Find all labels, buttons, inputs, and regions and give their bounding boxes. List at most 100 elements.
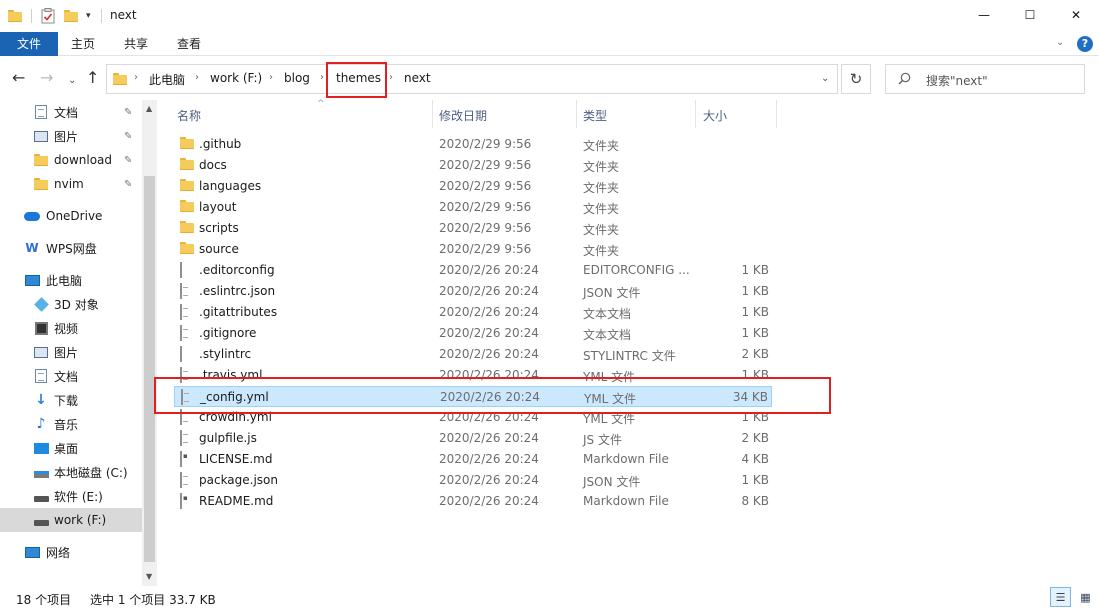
sidebar-item-drive-c[interactable]: 本地磁盘 (C:) [0, 460, 142, 484]
pin-icon[interactable]: ✎ [124, 155, 132, 166]
customize-toolbar-dropdown-icon[interactable]: ▾ [86, 7, 91, 25]
breadcrumb-this-pc[interactable]: 此电脑 [149, 71, 185, 88]
address-bar[interactable]: › 此电脑 › work (F:) › blog › themes › next… [106, 64, 838, 94]
scrollbar-thumb[interactable] [144, 176, 155, 562]
file-row[interactable]: .editorconfig 2020/2/26 20:24 EDITORCONFIG… [174, 260, 772, 281]
text-file-icon [180, 430, 182, 446]
file-row[interactable]: languages 2020/2/29 9:56 文件夹 [174, 176, 772, 197]
file-row[interactable]: .stylintrc 2020/2/26 20:24 STYLINTRC 文件 2 K… [174, 344, 772, 365]
tab-file[interactable]: 文件 [0, 32, 58, 56]
folder-icon [180, 242, 194, 257]
sidebar-item-nvim[interactable]: nvim ✎ [0, 172, 142, 196]
chevron-right-icon[interactable]: › [269, 72, 273, 83]
tab-home[interactable]: 主页 [62, 32, 104, 56]
network-icon [24, 544, 40, 560]
sidebar-item-onedrive[interactable]: OneDrive [0, 204, 142, 228]
pin-icon[interactable]: ✎ [124, 131, 132, 142]
recent-locations-icon[interactable]: ⌄ [68, 71, 76, 91]
file-modified-date: 2020/2/26 20:24 [439, 326, 539, 340]
properties-icon[interactable] [41, 7, 55, 25]
breadcrumb-next[interactable]: next [404, 71, 431, 85]
sidebar-item-label: 网络 [46, 545, 71, 560]
maximize-button[interactable]: ☐ [1007, 0, 1053, 30]
sidebar-item-drive-f[interactable]: work (F:) [0, 508, 142, 532]
sidebar-item-3d-objects[interactable]: 3D 对象 [0, 292, 142, 316]
chevron-right-icon[interactable]: › [320, 72, 324, 83]
sidebar-item-documents-quick[interactable]: 文档 ✎ [0, 100, 142, 124]
picture-icon [33, 128, 49, 144]
sidebar-item-downloads[interactable]: ↓ 下载 [0, 388, 142, 412]
sidebar-item-music[interactable]: ♪ 音乐 [0, 412, 142, 436]
sidebar-item-label: work (F:) [54, 513, 107, 527]
column-header-size[interactable]: 大小 [703, 100, 773, 130]
sidebar-scrollbar[interactable]: ▲ ▼ [142, 100, 157, 586]
details-view-button[interactable]: ☰ [1050, 587, 1071, 607]
sidebar-item-wps[interactable]: W WPS网盘 [0, 236, 142, 260]
file-row[interactable]: .eslintrc.json 2020/2/26 20:24 JSON 文件 1 KB [174, 281, 772, 302]
minimize-button[interactable]: — [961, 0, 1007, 30]
file-row[interactable]: source 2020/2/29 9:56 文件夹 [174, 239, 772, 260]
up-button[interactable]: ↑ [86, 68, 99, 88]
file-row[interactable]: gulpfile.js 2020/2/26 20:24 JS 文件 2 KB [174, 428, 772, 449]
file-row[interactable]: scripts 2020/2/29 9:56 文件夹 [174, 218, 772, 239]
search-input[interactable]: 搜索"next" [885, 64, 1085, 94]
sidebar-item-label: 3D 对象 [54, 297, 99, 312]
breadcrumb-work-drive[interactable]: work (F:) [210, 71, 262, 85]
file-row[interactable]: layout 2020/2/29 9:56 文件夹 [174, 197, 772, 218]
sidebar-item-this-pc[interactable]: 此电脑 [0, 268, 142, 292]
pin-icon[interactable]: ✎ [124, 179, 132, 190]
column-header-type[interactable]: 类型 [583, 100, 695, 130]
folder-icon[interactable] [8, 7, 22, 25]
sidebar-item-pictures-quick[interactable]: 图片 ✎ [0, 124, 142, 148]
sidebar-item-desktop[interactable]: 桌面 [0, 436, 142, 460]
scroll-down-icon[interactable]: ▼ [146, 572, 152, 581]
file-type: JSON 文件 [583, 286, 641, 300]
chevron-right-icon[interactable]: › [134, 72, 138, 83]
sidebar-item-pictures[interactable]: 图片 [0, 340, 142, 364]
expand-ribbon-icon[interactable]: ⌄ [1056, 37, 1064, 48]
sidebar-item-documents[interactable]: 文档 [0, 364, 142, 388]
file-modified-date: 2020/2/29 9:56 [439, 158, 532, 172]
close-button[interactable]: ✕ [1053, 0, 1099, 30]
sidebar-item-videos[interactable]: 视频 [0, 316, 142, 340]
file-row[interactable]: docs 2020/2/29 9:56 文件夹 [174, 155, 772, 176]
sidebar-item-label: OneDrive [46, 209, 103, 223]
chevron-right-icon[interactable]: › [389, 72, 393, 83]
column-divider[interactable] [695, 100, 696, 128]
column-divider[interactable] [776, 100, 777, 128]
column-header-date[interactable]: 修改日期 [439, 100, 577, 130]
chevron-right-icon[interactable]: › [195, 72, 199, 83]
file-name: layout [199, 200, 237, 214]
column-header-name[interactable]: ^ 名称 [177, 99, 435, 130]
file-row[interactable]: .gitignore 2020/2/26 20:24 文本文档 1 KB [174, 323, 772, 344]
file-type: Markdown File [583, 494, 669, 508]
file-row[interactable]: .github 2020/2/29 9:56 文件夹 [174, 134, 772, 155]
folder-icon [33, 152, 49, 168]
large-icons-view-button[interactable]: ▦ [1075, 587, 1096, 607]
text-file-icon [180, 283, 182, 299]
file-row[interactable]: package.json 2020/2/26 20:24 JSON 文件 1 KB [174, 470, 772, 491]
breadcrumb-blog[interactable]: blog [284, 71, 310, 85]
file-type: 文件夹 [583, 244, 620, 258]
tab-share[interactable]: 共享 [114, 32, 158, 56]
refresh-button[interactable]: ↻ [841, 64, 871, 94]
tab-view[interactable]: 查看 [166, 32, 212, 56]
download-icon: ↓ [35, 392, 47, 408]
file-row[interactable]: README.md 2020/2/26 20:24 Markdown File 8 K… [174, 491, 772, 512]
column-divider[interactable] [576, 100, 577, 128]
file-row[interactable]: .gitattributes 2020/2/26 20:24 文本文档 1 KB [174, 302, 772, 323]
address-history-dropdown-icon[interactable]: ⌄ [821, 73, 829, 84]
column-divider[interactable] [432, 100, 433, 128]
scroll-up-icon[interactable]: ▲ [146, 104, 152, 113]
sidebar-item-download[interactable]: download ✎ [0, 148, 142, 172]
file-row[interactable]: LICENSE.md 2020/2/26 20:24 Markdown File 4 … [174, 449, 772, 470]
forward-button[interactable]: → [40, 68, 53, 88]
pin-icon[interactable]: ✎ [124, 107, 132, 118]
sidebar-item-drive-e[interactable]: 软件 (E:) [0, 484, 142, 508]
back-button[interactable]: ← [12, 68, 25, 88]
new-folder-icon[interactable] [64, 7, 78, 25]
file-icon [180, 346, 182, 362]
help-icon[interactable]: ? [1077, 36, 1093, 52]
sidebar-item-network[interactable]: 网络 [0, 540, 142, 564]
file-modified-date: 2020/2/26 20:24 [439, 494, 539, 508]
